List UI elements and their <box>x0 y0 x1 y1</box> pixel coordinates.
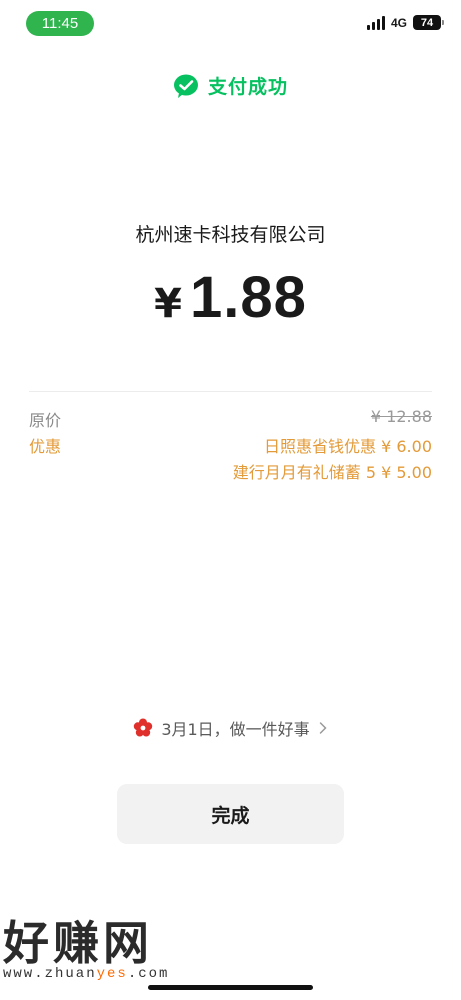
success-title: 支付成功 <box>207 76 288 98</box>
amount-value: 1.88 <box>189 265 307 330</box>
watermark-logo: 好赚网 <box>3 916 153 970</box>
original-price-label: 原价 <box>29 411 62 430</box>
home-indicator[interactable] <box>148 985 313 990</box>
chevron-right-icon <box>319 722 327 734</box>
battery-icon: 74 <box>413 15 444 30</box>
signal-icon <box>366 15 385 30</box>
good-deed-link[interactable]: 3月1日，做一件好事 <box>0 716 461 740</box>
network-type: 4G <box>390 15 407 30</box>
watermark-url: www.zhuanyes.com <box>3 966 169 982</box>
original-price-row: 原价 ¥ 12.88 <box>29 407 432 431</box>
discount-row-2: 建行月月有礼储蓄 5 ¥ 5.00 <box>29 459 432 483</box>
wechat-pay-icon <box>173 74 198 98</box>
payment-amount: ¥ 1.88 <box>0 264 461 331</box>
status-time: 11:45 <box>26 11 94 36</box>
status-bar: 11:45 4G 74 <box>0 0 461 46</box>
good-deed-text: 3月1日，做一件好事 <box>161 720 310 739</box>
watermark: 好赚网 www.zhuanyes.com <box>3 918 169 982</box>
payment-success-header: 支付成功 <box>0 72 461 99</box>
discount-item: 建行月月有礼储蓄 5 ¥ 5.00 <box>232 463 432 482</box>
done-button[interactable]: 完成 <box>117 784 344 844</box>
merchant-name: 杭州速卡科技有限公司 <box>135 224 326 246</box>
divider <box>29 391 432 392</box>
flower-icon <box>134 718 153 737</box>
status-indicators: 4G 74 <box>366 15 444 30</box>
discount-row: 优惠 日照惠省钱优惠 ¥ 6.00 <box>29 433 432 457</box>
currency-symbol: ¥ <box>154 281 182 327</box>
watermark-url-suffix: .com <box>127 966 170 982</box>
original-price-value: ¥ 12.88 <box>370 407 432 426</box>
watermark-url-highlight: yes <box>96 966 128 982</box>
watermark-url-prefix: www.zhuan <box>3 966 97 982</box>
discount-item: 日照惠省钱优惠 ¥ 6.00 <box>264 437 432 456</box>
discount-label: 优惠 <box>29 437 62 456</box>
